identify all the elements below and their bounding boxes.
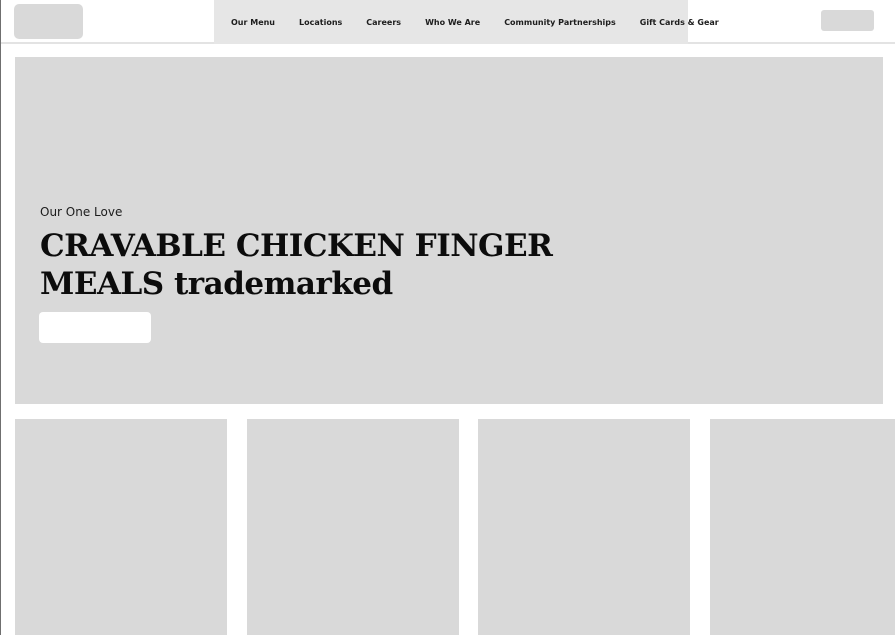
nav-item-who-we-are[interactable]: Who We Are [425,18,480,27]
logo[interactable] [14,4,83,39]
nav-item-locations[interactable]: Locations [299,18,342,27]
site-header: Our Menu Locations Careers Who We Are Co… [1,0,895,44]
nav-item-careers[interactable]: Careers [366,18,401,27]
feature-card[interactable] [247,419,459,635]
feature-card[interactable] [15,419,227,635]
hero-cta-button[interactable] [39,312,151,343]
nav-item-gift-cards-gear[interactable]: Gift Cards & Gear [640,18,719,27]
hero-banner: Our One Love CRAVABLE CHICKEN FINGER MEA… [15,57,883,404]
hero-eyebrow: Our One Love [40,205,123,219]
nav-item-community-partnerships[interactable]: Community Partnerships [504,18,616,27]
page: Our Menu Locations Careers Who We Are Co… [0,0,895,635]
hero-headline: CRAVABLE CHICKEN FINGER MEALS trademarke… [40,228,553,302]
feature-card[interactable] [478,419,690,635]
nav-item-our-menu[interactable]: Our Menu [231,18,275,27]
feature-card[interactable] [710,419,895,635]
header-order-button[interactable] [821,10,874,31]
main-nav: Our Menu Locations Careers Who We Are Co… [214,0,719,44]
